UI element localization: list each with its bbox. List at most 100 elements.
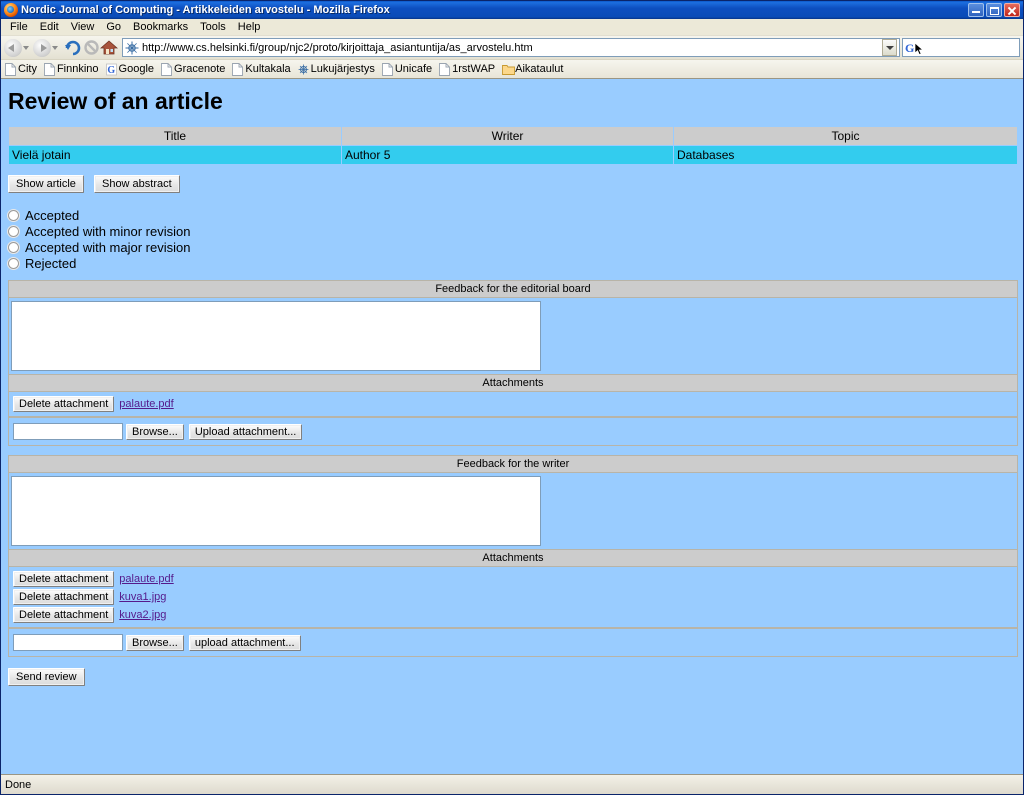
radio-label: Accepted with minor revision <box>25 223 191 239</box>
browse-button[interactable]: Browse... <box>126 423 184 440</box>
column-header-topic: Topic <box>673 126 1018 146</box>
send-review-row: Send review <box>8 668 1023 686</box>
page-icon <box>44 62 55 76</box>
attachment-row: Delete attachment palaute.pdf <box>11 395 1015 413</box>
writer-upload-body: Browse... upload attachment... <box>8 628 1018 657</box>
bookmark-lukujarjestys[interactable]: Lukujärjestys <box>298 63 375 76</box>
radio-row-accepted-minor[interactable]: Accepted with minor revision <box>8 223 1023 239</box>
site-favicon-icon <box>125 41 139 55</box>
delete-attachment-button[interactable]: Delete attachment <box>13 396 115 412</box>
bookmark-kultakala[interactable]: Kultakala <box>232 62 291 76</box>
menu-item-edit[interactable]: Edit <box>34 20 65 34</box>
page-content: Review of an article Title Writer Topic … <box>1 79 1023 774</box>
forward-arrow-icon <box>33 38 51 57</box>
minimize-button[interactable] <box>968 3 984 17</box>
writer-file-input[interactable] <box>13 634 123 651</box>
editorial-attachments-header: Attachments <box>8 375 1018 392</box>
forward-button[interactable] <box>33 38 61 57</box>
editorial-feedback-body <box>8 298 1018 375</box>
menu-item-go[interactable]: Go <box>100 20 127 34</box>
bookmark-1rstwap[interactable]: 1rstWAP <box>439 62 495 76</box>
bookmark-label: Unicafe <box>394 63 433 75</box>
column-header-title: Title <box>8 126 342 146</box>
radio-rejected[interactable] <box>8 257 19 269</box>
firefox-logo-icon <box>4 3 18 17</box>
radio-row-rejected[interactable]: Rejected <box>8 255 1023 271</box>
bookmark-folder-aikataulut[interactable]: Aikataulut <box>502 63 563 76</box>
article-actions: Show article Show abstract <box>8 175 1023 193</box>
restore-button[interactable] <box>986 3 1002 17</box>
attachment-link[interactable]: kuva2.jpg <box>119 609 166 621</box>
cell-title: Vielä jotain <box>8 145 342 165</box>
cell-topic: Databases <box>673 145 1018 165</box>
page-icon <box>381 62 393 76</box>
attachment-row: Delete attachment palaute.pdf <box>11 570 1015 588</box>
menu-item-tools[interactable]: Tools <box>194 20 232 34</box>
chevron-down-icon <box>52 45 58 50</box>
writer-feedback-panel: Feedback for the writer Attachments Dele… <box>8 455 1018 657</box>
bookmark-unicafe[interactable]: Unicafe <box>381 62 433 76</box>
bookmark-label: Google <box>118 63 155 75</box>
window-title: Nordic Journal of Computing - Artikkelei… <box>21 4 390 16</box>
attachment-row: Delete attachment kuva2.jpg <box>11 606 1015 624</box>
radio-accepted-major-revision[interactable] <box>8 241 19 253</box>
navigation-toolbar: http://www.cs.helsinki.fi/group/njc2/pro… <box>1 36 1023 60</box>
upload-attachment-button[interactable]: upload attachment... <box>188 634 301 651</box>
status-text: Done <box>5 778 32 791</box>
show-article-button[interactable]: Show article <box>8 175 84 193</box>
table-row[interactable]: Vielä jotain Author 5 Databases <box>8 145 1018 165</box>
show-abstract-button[interactable]: Show abstract <box>93 175 180 193</box>
address-bar-url: http://www.cs.helsinki.fi/group/njc2/pro… <box>142 41 533 54</box>
browse-button[interactable]: Browse... <box>126 634 184 651</box>
bookmark-label: Gracenote <box>174 63 226 75</box>
address-dropdown-button[interactable] <box>882 39 897 56</box>
radio-accepted[interactable] <box>8 209 19 221</box>
radio-row-accepted[interactable]: Accepted <box>8 207 1023 223</box>
radio-label: Rejected <box>25 255 77 271</box>
globe-icon <box>298 63 309 76</box>
bookmark-gracenote[interactable]: Gracenote <box>161 62 226 76</box>
radio-label: Accepted with major revision <box>25 239 191 255</box>
search-input[interactable] <box>914 40 1007 55</box>
editorial-feedback-header: Feedback for the editorial board <box>8 280 1018 298</box>
menu-item-file[interactable]: File <box>4 20 34 34</box>
radio-accepted-minor-revision[interactable] <box>8 225 19 237</box>
menu-item-help[interactable]: Help <box>232 20 267 34</box>
attachment-link[interactable]: palaute.pdf <box>119 573 173 585</box>
writer-attachments-header: Attachments <box>8 550 1018 567</box>
editorial-attachments-body: Delete attachment palaute.pdf <box>8 392 1018 417</box>
menu-item-view[interactable]: View <box>65 20 101 34</box>
page-icon <box>439 62 451 76</box>
editorial-feedback-textarea[interactable] <box>11 301 541 371</box>
bookmark-google[interactable]: G Google <box>105 63 155 76</box>
delete-attachment-button[interactable]: Delete attachment <box>13 589 115 605</box>
address-bar[interactable]: http://www.cs.helsinki.fi/group/njc2/pro… <box>122 38 900 57</box>
delete-attachment-button[interactable]: Delete attachment <box>13 607 115 623</box>
delete-attachment-button[interactable]: Delete attachment <box>13 571 115 587</box>
bookmark-city[interactable]: City <box>5 62 37 76</box>
upload-attachment-button[interactable]: Upload attachment... <box>188 423 303 440</box>
bookmark-label: Aikataulut <box>515 63 564 75</box>
attachment-link[interactable]: palaute.pdf <box>119 398 173 410</box>
radio-row-accepted-major[interactable]: Accepted with major revision <box>8 239 1023 255</box>
attachment-row: Delete attachment kuva1.jpg <box>11 588 1015 606</box>
reload-button[interactable] <box>64 39 81 56</box>
menu-item-bookmarks[interactable]: Bookmarks <box>127 20 194 34</box>
decision-radio-group: Accepted Accepted with minor revision Ac… <box>8 207 1023 271</box>
stop-button[interactable] <box>83 39 100 56</box>
send-review-button[interactable]: Send review <box>8 668 85 686</box>
bookmark-finnkino[interactable]: Finnkino <box>44 62 99 76</box>
search-box[interactable]: G <box>902 38 1020 57</box>
close-button[interactable] <box>1004 3 1020 17</box>
writer-feedback-textarea[interactable] <box>11 476 541 546</box>
google-search-icon[interactable]: G <box>905 42 914 54</box>
upload-row: Browse... upload attachment... <box>11 632 1015 653</box>
back-arrow-icon <box>4 38 22 57</box>
bookmark-label: Lukujärjestys <box>310 63 375 75</box>
home-button[interactable] <box>100 39 118 56</box>
cell-writer: Author 5 <box>341 145 674 165</box>
attachment-link[interactable]: kuva1.jpg <box>119 591 166 603</box>
editorial-file-input[interactable] <box>13 423 123 440</box>
column-header-writer: Writer <box>341 126 674 146</box>
back-button[interactable] <box>4 38 32 57</box>
